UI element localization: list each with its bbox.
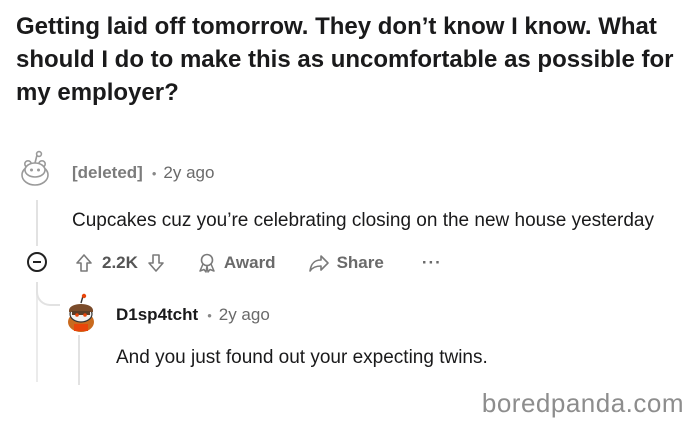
post-title: Getting laid off tomorrow. They don’t kn… xyxy=(16,13,674,106)
comment-body: And you just found out your expecting tw… xyxy=(116,347,488,368)
comment-author[interactable]: [deleted] xyxy=(72,163,143,183)
comment-body: Cupcakes cuz you’re celebrating closing … xyxy=(72,210,654,231)
vote-score: 2.2K xyxy=(102,253,138,272)
comment-timestamp[interactable]: 2y ago xyxy=(163,163,214,183)
d1sp4tcht-avatar-icon[interactable] xyxy=(60,292,102,334)
downvote-arrow-icon xyxy=(148,254,164,272)
award-button[interactable]: Award xyxy=(196,252,276,274)
collapse-thread-button[interactable] xyxy=(27,252,47,272)
award-icon xyxy=(199,253,215,273)
watermark: boredpanda.com xyxy=(481,388,684,418)
upvote-button[interactable] xyxy=(74,253,94,273)
deleted-user-avatar-icon[interactable] xyxy=(14,148,56,190)
more-options-button[interactable]: ··· xyxy=(422,253,442,273)
meta-separator: • xyxy=(151,165,157,181)
share-button[interactable]: Share xyxy=(308,253,384,273)
thread-line[interactable] xyxy=(36,200,38,246)
upvote-arrow-icon xyxy=(76,254,92,272)
thread-branch-connector xyxy=(36,282,60,306)
comment-author[interactable]: D1sp4tcht xyxy=(116,305,198,325)
comment-meta: D1sp4tcht • 2y ago xyxy=(116,305,270,325)
thread-line[interactable] xyxy=(78,335,80,385)
meta-separator: • xyxy=(207,307,212,323)
share-label: Share xyxy=(336,253,384,272)
comment-timestamp[interactable]: 2y ago xyxy=(219,305,270,325)
share-arrow-icon xyxy=(308,255,329,272)
comment-actions: 2.2K Award Share ··· xyxy=(74,252,442,274)
award-label: Award xyxy=(223,253,276,272)
downvote-button[interactable] xyxy=(146,253,166,273)
comment-meta: [deleted] • 2y ago xyxy=(72,163,214,183)
more-options-icon: ··· xyxy=(421,253,442,272)
